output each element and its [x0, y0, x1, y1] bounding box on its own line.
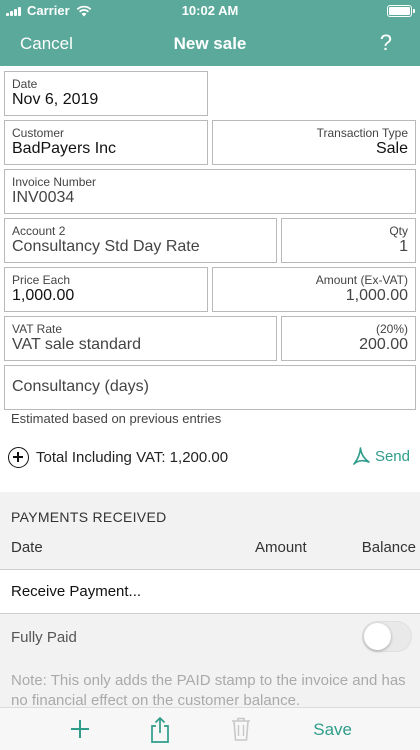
vat-rate-label: VAT Rate	[12, 322, 63, 336]
description-value: Consultancy (days)	[12, 378, 149, 395]
date-field[interactable]: Date Nov 6, 2019	[4, 71, 208, 116]
qty-value: 1	[399, 238, 408, 255]
column-amount: Amount	[255, 539, 307, 556]
invoice-number-label: Invoice Number	[12, 175, 97, 189]
payments-header: PAYMENTS RECEIVED	[11, 509, 167, 525]
estimated-note: Estimated based on previous entries	[11, 411, 222, 426]
toggle-knob	[364, 623, 391, 650]
invoice-number-field[interactable]: Invoice Number INV0034	[4, 169, 416, 214]
description-field[interactable]: Consultancy (days)	[4, 365, 416, 410]
customer-value: BadPayers Inc	[12, 140, 117, 157]
vat-rate-value: VAT sale standard	[12, 336, 141, 353]
divider	[0, 613, 420, 614]
account-value: Consultancy Std Day Rate	[12, 238, 200, 255]
vat-rate-field[interactable]: VAT Rate VAT sale standard	[4, 316, 277, 361]
account-field[interactable]: Account 2 Consultancy Std Day Rate	[4, 218, 277, 263]
customer-label: Customer	[12, 126, 65, 140]
fully-paid-toggle[interactable]	[362, 621, 412, 652]
transaction-type-value: Sale	[375, 140, 408, 157]
price-each-label: Price Each	[12, 273, 71, 287]
qty-label: Qty	[389, 224, 408, 238]
amount-value: 1,000.00	[345, 287, 408, 304]
fully-paid-label: Fully Paid	[11, 629, 77, 646]
battery-icon	[387, 5, 415, 17]
column-date: Date	[11, 539, 43, 556]
receive-payment-label: Receive Payment...	[11, 583, 142, 600]
bottom-toolbar: Save	[0, 707, 420, 750]
add-icon[interactable]	[68, 716, 92, 742]
transaction-type-field[interactable]: Transaction Type Sale	[212, 120, 416, 165]
save-button[interactable]: Save	[313, 720, 352, 740]
date-value: Nov 6, 2019	[12, 91, 99, 108]
transaction-type-label: Transaction Type	[316, 126, 408, 140]
paid-stamp-note: Note: This only adds the PAID stamp to t…	[11, 672, 406, 707]
invoice-number-value: INV0034	[12, 189, 75, 206]
column-balance: Balance	[361, 539, 416, 556]
price-each-value: 1,000.00	[12, 287, 75, 304]
vat-amount-field[interactable]: (20%) 200.00	[281, 316, 416, 361]
total-including-vat: Total Including VAT: 1,200.00	[36, 449, 229, 466]
receive-payment-button[interactable]: Receive Payment...	[0, 570, 420, 613]
account-label: Account 2	[12, 224, 66, 238]
qty-field[interactable]: Qty 1	[281, 218, 416, 263]
send-button[interactable]: Send	[350, 445, 410, 467]
help-button[interactable]: ?	[380, 30, 392, 56]
amount-field[interactable]: Amount (Ex-VAT) 1,000.00	[212, 267, 416, 312]
share-icon[interactable]	[148, 716, 172, 744]
nav-bar: Cancel New sale ?	[0, 22, 420, 66]
amount-label: Amount (Ex-VAT)	[315, 273, 408, 287]
pdf-icon	[353, 447, 370, 465]
date-label: Date	[12, 77, 38, 91]
trash-icon[interactable]	[230, 716, 252, 742]
status-time: 10:02 AM	[181, 3, 239, 18]
send-label: Send	[374, 447, 410, 465]
plus-circle-icon[interactable]	[8, 447, 29, 468]
vat-percent-label: (20%)	[375, 322, 408, 336]
vat-amount-value: 200.00	[359, 336, 408, 353]
customer-field[interactable]: Customer BadPayers Inc	[4, 120, 208, 165]
total-row: Total Including VAT: 1,200.00 Send	[0, 440, 420, 474]
status-bar: Carrier 10:02 AM	[0, 0, 420, 22]
price-each-field[interactable]: Price Each 1,000.00	[4, 267, 208, 312]
page-title: New sale	[173, 34, 247, 53]
